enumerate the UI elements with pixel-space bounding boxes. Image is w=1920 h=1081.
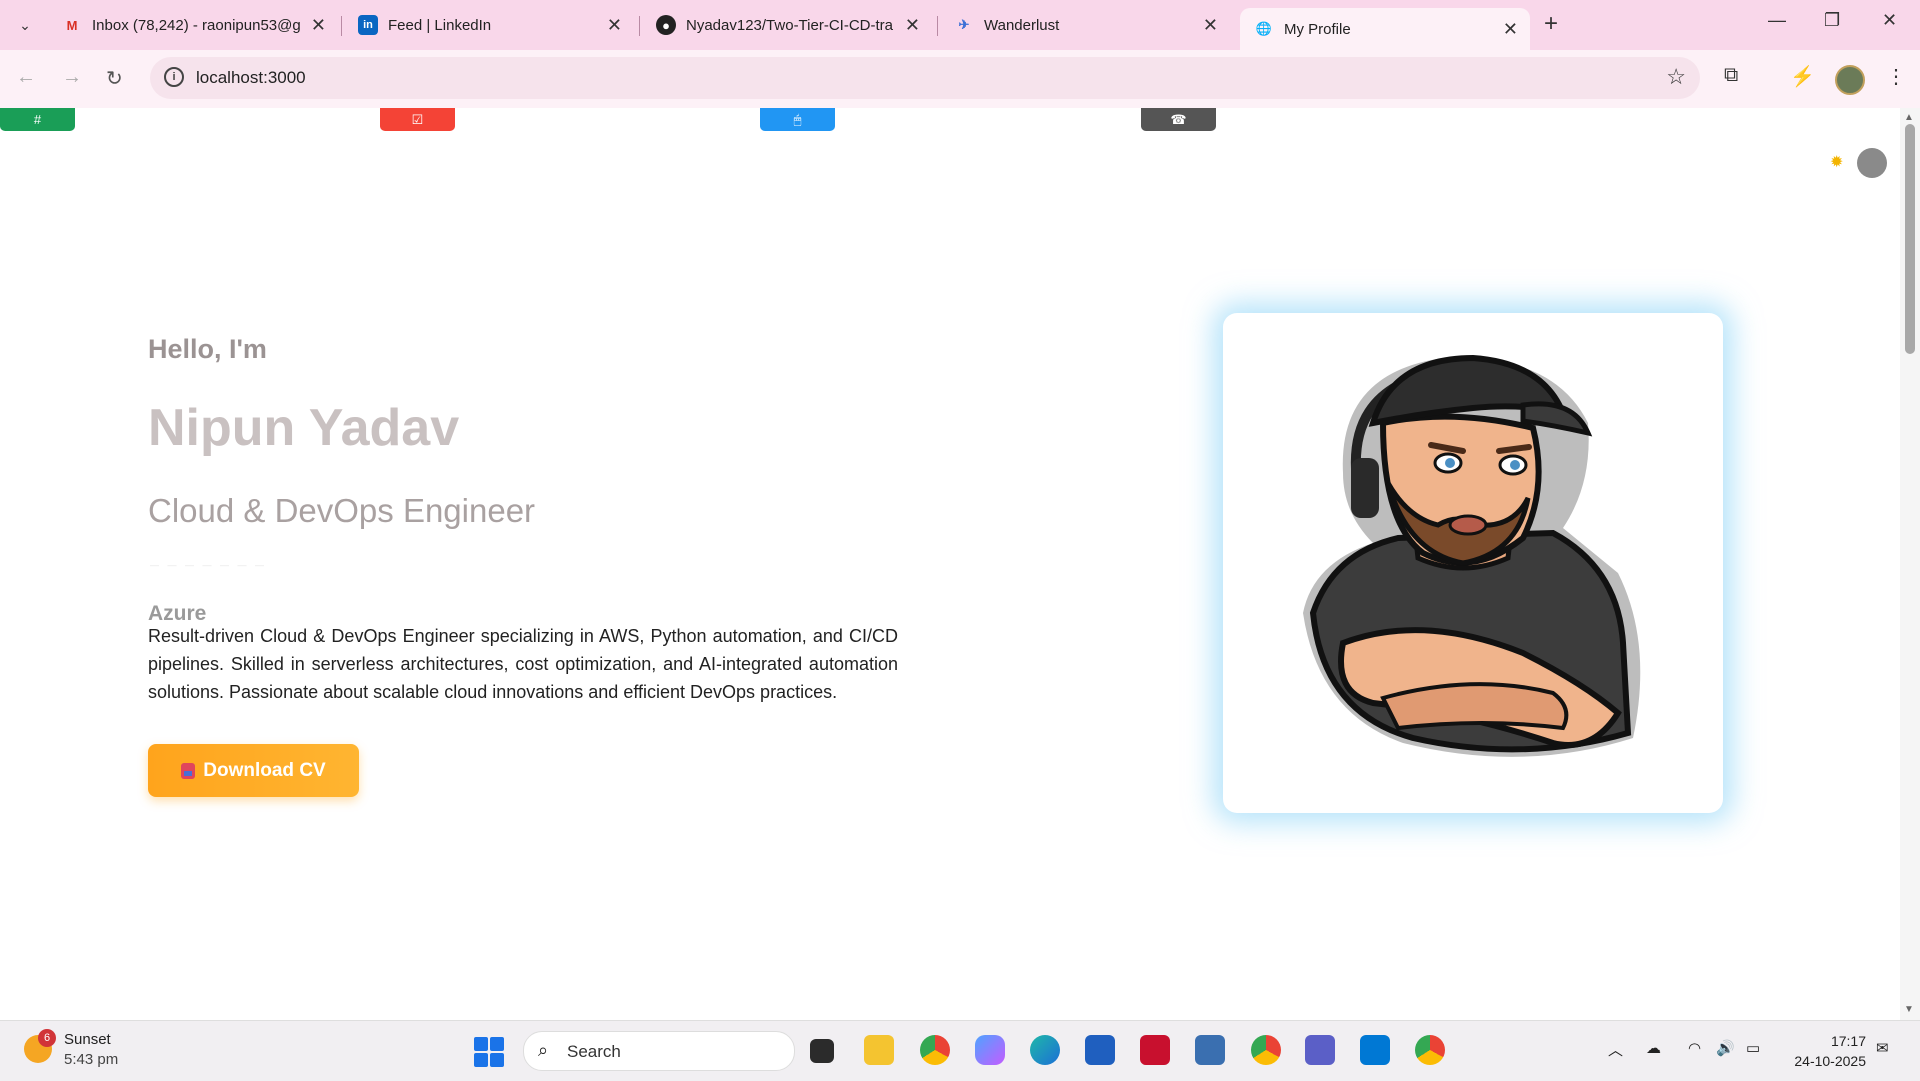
chrome-app-icon[interactable] [1415, 1035, 1445, 1065]
weather-badge: 6 [38, 1029, 56, 1047]
task-view-icon[interactable] [810, 1039, 834, 1063]
download-cv-button[interactable]: Download CV [148, 744, 359, 797]
back-icon[interactable]: ← [16, 66, 36, 89]
tab-divider [639, 16, 640, 36]
store-icon[interactable] [1085, 1035, 1115, 1065]
avatar-card [1223, 313, 1723, 813]
scroll-thumb[interactable] [1905, 124, 1915, 354]
page-scrollbar[interactable]: ▲ ▼ [1900, 108, 1920, 1020]
notification-icon[interactable]: ✉ [1876, 1039, 1889, 1057]
compass-icon: ✈ [958, 17, 970, 32]
tab-my-profile[interactable]: 🌐 My Profile ✕ [1240, 8, 1530, 50]
mouse-icon: 🖱 [793, 111, 802, 127]
taskbar-clock[interactable]: 17:17 24-10-2025 [1786, 1031, 1866, 1071]
tab-label: Inbox (78,242) - raonipun53@g [92, 16, 301, 34]
onedrive-icon[interactable]: ☁ [1646, 1039, 1661, 1057]
minimize-icon[interactable]: — [1768, 10, 1786, 31]
copilot-icon[interactable] [975, 1035, 1005, 1065]
bookmark-star-icon[interactable]: ☆ [1666, 64, 1686, 90]
nav-contact-pill[interactable]: ☎ [1141, 108, 1216, 131]
file-explorer-icon[interactable] [864, 1035, 894, 1065]
search-label: Search [567, 1042, 621, 1061]
close-icon[interactable]: ✕ [607, 15, 622, 36]
scroll-down-icon[interactable]: ▼ [1904, 1004, 1914, 1015]
clock-date: 24-10-2025 [1794, 1053, 1866, 1069]
theme-toggle[interactable] [1857, 148, 1887, 178]
cartoon-avatar-illustration [1303, 354, 1641, 757]
url-text: localhost:3000 [196, 68, 306, 87]
sun-icon: ✹ [1830, 154, 1844, 171]
volume-icon[interactable]: 🔊 [1716, 1039, 1735, 1057]
search-icon: ⌕ [538, 1040, 549, 1060]
restore-icon[interactable]: ❐ [1824, 10, 1840, 31]
github-icon: ● [656, 15, 676, 35]
profile-avatar[interactable] [1835, 65, 1865, 95]
address-bar[interactable]: i localhost:3000 ☆ [150, 57, 1700, 99]
weather-title[interactable]: Sunset [64, 1031, 111, 1048]
forward-icon[interactable]: → [62, 66, 82, 89]
tab-wanderlust[interactable]: ✈ Wanderlust ✕ [940, 8, 1230, 42]
taskbar-search[interactable]: ⌕ Search [523, 1031, 795, 1071]
wifi-icon[interactable]: ◠ [1688, 1039, 1701, 1057]
page-viewport: # ☑ 🖱 ☎ ✹ Hello, I'm Nipun Yadav Cloud &… [0, 108, 1900, 1020]
greeting: Hello, I'm [148, 334, 267, 364]
download-cv-label: Download CV [203, 759, 326, 781]
teams-icon[interactable] [1305, 1035, 1335, 1065]
menu-kebab-icon[interactable]: ⋮ [1886, 64, 1906, 89]
hash-icon: # [33, 112, 42, 127]
extensions-icon[interactable]: ⧉ [1724, 64, 1738, 87]
nav-projects-pill[interactable]: ☑ [380, 108, 455, 131]
tab-label: My Profile [1284, 20, 1351, 38]
edge-icon[interactable] [1030, 1035, 1060, 1065]
typing-underline: — — — — — — — [150, 560, 268, 570]
chrome-icon[interactable] [920, 1035, 950, 1065]
linkedin-icon: in [358, 15, 378, 35]
phone-icon: ☎ [1170, 111, 1187, 127]
mcafee-icon[interactable] [1140, 1035, 1170, 1065]
tab-label: Wanderlust [984, 16, 1060, 34]
nav-experience-pill[interactable]: 🖱 [760, 108, 835, 131]
tab-divider [341, 16, 342, 36]
tab-divider [937, 16, 938, 36]
close-window-icon[interactable]: ✕ [1882, 10, 1897, 31]
start-button[interactable] [474, 1037, 504, 1067]
battery-icon[interactable]: ▭ [1746, 1039, 1760, 1057]
new-tab-button[interactable]: + [1544, 10, 1558, 38]
tab-search-button[interactable]: ⌄ [10, 12, 40, 38]
hero-role: Cloud & DevOps Engineer [148, 492, 536, 529]
clock-time: 17:17 [1830, 1033, 1866, 1049]
close-icon[interactable]: ✕ [1203, 15, 1218, 36]
windows-taskbar: 6 Sunset 5:43 pm ⌕ Search ︿ ☁ ◠ 🔊 ▭ 17:1… [0, 1020, 1920, 1081]
scroll-up-icon[interactable]: ▲ [1904, 112, 1914, 123]
close-icon[interactable]: ✕ [1503, 19, 1518, 40]
weather-time: 5:43 pm [64, 1051, 119, 1068]
tab-linkedin[interactable]: in Feed | LinkedIn ✕ [344, 8, 634, 42]
gmail-icon: M [66, 17, 78, 33]
tab-label: Feed | LinkedIn [388, 16, 492, 34]
browser-toolbar: ← → ↻ i localhost:3000 ☆ ⧉ ⚡ ⋮ [0, 50, 1920, 109]
tab-github[interactable]: ● Nyadav123/Two-Tier-CI-CD-tra ✕ [642, 8, 932, 42]
chrome-profile-icon[interactable] [1251, 1035, 1281, 1065]
network-app-icon[interactable] [1195, 1035, 1225, 1065]
site-info-icon[interactable]: i [164, 67, 184, 87]
tab-label: Nyadav123/Two-Tier-CI-CD-tra [686, 16, 893, 34]
nav-skills-pill[interactable]: # [0, 108, 75, 131]
checkbox-icon: ☑ [411, 111, 424, 127]
tray-chevron-icon[interactable]: ︿ [1608, 1039, 1623, 1060]
close-icon[interactable]: ✕ [905, 15, 920, 36]
globe-icon: 🌐 [1255, 21, 1273, 36]
vscode-icon[interactable] [1360, 1035, 1390, 1065]
tab-gmail[interactable]: M Inbox (78,242) - raonipun53@g ✕ [48, 8, 338, 42]
hero-description: Result-driven Cloud & DevOps Engineer sp… [148, 626, 898, 702]
download-icon [181, 762, 196, 779]
hero-name: Nipun Yadav [148, 399, 460, 457]
reload-icon[interactable]: ↻ [106, 66, 123, 91]
performance-icon[interactable]: ⚡ [1790, 64, 1815, 89]
browser-tabstrip: ⌄ M Inbox (78,242) - raonipun53@g ✕ in F… [0, 0, 1920, 50]
close-icon[interactable]: ✕ [311, 15, 326, 36]
